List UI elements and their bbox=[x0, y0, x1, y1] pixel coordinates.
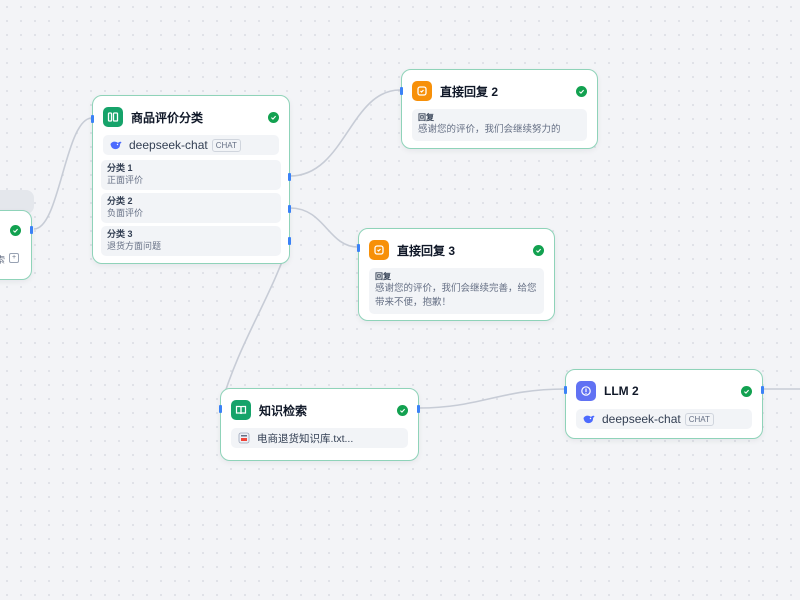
edge-class2-to-reply3 bbox=[289, 207, 359, 248]
edge-class1-to-reply2 bbox=[289, 89, 401, 177]
dataset-file-icon bbox=[238, 432, 250, 444]
class-label: 分类 3 bbox=[107, 229, 133, 239]
node-title: 直接回复 3 bbox=[397, 243, 456, 258]
node-title: LLM 2 bbox=[604, 384, 639, 398]
reply-label: 回复 bbox=[375, 272, 391, 281]
model-selector[interactable]: deepseek-chat CHAT bbox=[103, 135, 279, 155]
classifier-icon bbox=[103, 107, 123, 127]
deepseek-whale-icon bbox=[583, 415, 595, 424]
class1-output-handle[interactable] bbox=[288, 173, 291, 181]
class-label: 分类 1 bbox=[107, 163, 133, 173]
knowledge-node[interactable]: 知识检索 电商退货知识库.txt... bbox=[219, 388, 420, 461]
reply-text-line1: 感谢您的评价，我们会继续完善，给您 bbox=[375, 283, 537, 294]
reply-text-line2: 带来不便，抱歉！ bbox=[375, 297, 452, 308]
edge-knowledge-to-llm2 bbox=[418, 388, 566, 409]
reply-field[interactable]: 回复 感谢您的评价，我们会继续努力的 bbox=[412, 109, 587, 141]
class-text: 退货方面问题 bbox=[107, 241, 162, 251]
edge-start-to-classifier bbox=[33, 117, 93, 230]
reply2-node[interactable]: 直接回复 2 回复 感谢您的评价，我们会继续努力的 bbox=[400, 69, 598, 149]
class-text: 正面评价 bbox=[107, 175, 144, 185]
input-handle[interactable] bbox=[564, 386, 567, 394]
model-badge: CHAT bbox=[211, 138, 241, 152]
reply-text: 感谢您的评价，我们会继续努力的 bbox=[418, 124, 561, 135]
expand-icon[interactable]: + bbox=[9, 253, 19, 263]
input-handle[interactable] bbox=[400, 87, 403, 95]
dataset-name: 电商退货知识库.txt... bbox=[257, 432, 354, 445]
check-icon bbox=[576, 85, 587, 97]
output-handle[interactable] bbox=[417, 405, 420, 413]
class-label: 分类 2 bbox=[107, 196, 133, 206]
book-icon bbox=[231, 400, 251, 420]
class-item[interactable]: 分类 1 正面评价 bbox=[101, 160, 281, 190]
check-icon bbox=[397, 404, 408, 416]
model-name: deepseek-chat bbox=[129, 138, 208, 152]
llm2-node[interactable]: LLM 2 deepseek-chat CHAT bbox=[564, 369, 764, 439]
dataset-item[interactable]: 电商退货知识库.txt... bbox=[231, 428, 408, 448]
check-icon bbox=[10, 225, 21, 236]
start-node-partial[interactable]: 索 + bbox=[0, 210, 33, 280]
reply-icon bbox=[412, 81, 432, 101]
partial-fragment-text: 索 bbox=[0, 255, 6, 265]
node-title: 直接回复 2 bbox=[440, 84, 499, 99]
node-title: 商品评价分类 bbox=[131, 110, 204, 125]
class-text: 负面评价 bbox=[107, 208, 144, 218]
input-handle[interactable] bbox=[357, 244, 360, 252]
reply-icon bbox=[369, 240, 389, 260]
model-name: deepseek-chat bbox=[602, 412, 681, 426]
classifier-node[interactable]: 商品评价分类 deepseek-chat CHAT 分类 1 正面评价 分类 2… bbox=[91, 95, 291, 264]
deepseek-whale-icon bbox=[110, 141, 122, 150]
model-badge: CHAT bbox=[684, 412, 714, 426]
node-title: 知识检索 bbox=[259, 403, 308, 418]
class-item[interactable]: 分类 2 负面评价 bbox=[101, 193, 281, 223]
edge-class3-to-knowledge bbox=[219, 239, 291, 409]
check-icon bbox=[741, 385, 752, 397]
class3-output-handle[interactable] bbox=[288, 237, 291, 245]
check-icon bbox=[268, 111, 279, 123]
input-handle[interactable] bbox=[91, 115, 94, 123]
class2-output-handle[interactable] bbox=[288, 205, 291, 213]
reply-label: 回复 bbox=[418, 113, 434, 122]
llm-icon bbox=[576, 381, 596, 401]
check-icon bbox=[533, 244, 544, 256]
reply3-node[interactable]: 直接回复 3 回复 感谢您的评价，我们会继续完善，给您 带来不便，抱歉！ bbox=[357, 228, 555, 321]
input-handle[interactable] bbox=[219, 405, 222, 413]
reply-field[interactable]: 回复 感谢您的评价，我们会继续完善，给您 带来不便，抱歉！ bbox=[369, 268, 544, 314]
output-handle[interactable] bbox=[761, 386, 764, 394]
model-selector[interactable]: deepseek-chat CHAT bbox=[576, 409, 752, 429]
output-handle[interactable] bbox=[30, 226, 33, 234]
class-item[interactable]: 分类 3 退货方面问题 bbox=[101, 226, 281, 256]
